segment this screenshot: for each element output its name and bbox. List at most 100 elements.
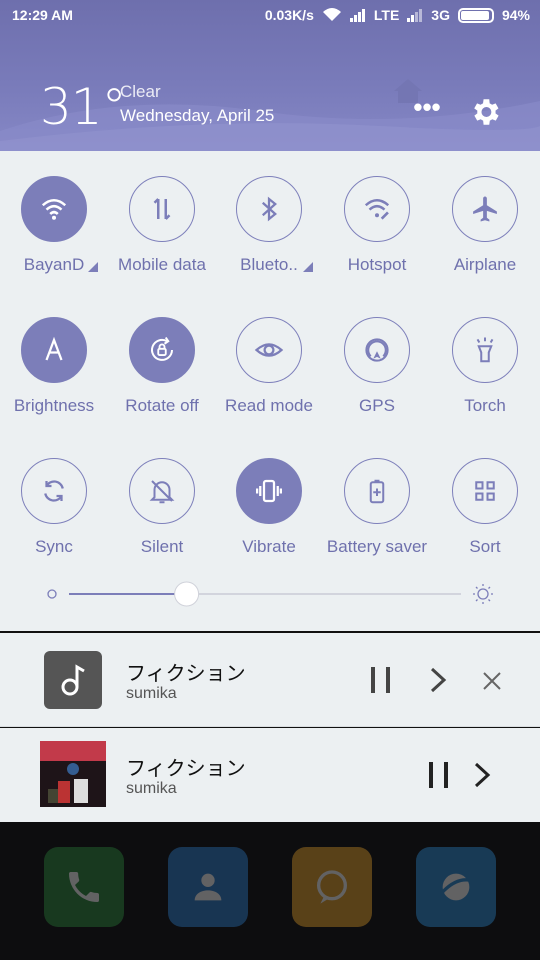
brightness-thumb[interactable]	[174, 581, 200, 607]
brightness-low-icon	[47, 589, 57, 599]
toggle-label: Sync	[35, 537, 73, 556]
toggle-label: Read mode	[225, 396, 313, 415]
toggle-label: Airplane	[453, 255, 517, 274]
brightness-track	[47, 581, 493, 607]
toggle-sync[interactable]: Sync	[0, 433, 108, 556]
signal-icon	[349, 9, 365, 22]
album-art	[40, 741, 106, 807]
toggle-button-rotate-off[interactable]	[129, 317, 195, 383]
notification-header: 12:29 AM 0.03K/s LTE 3G 94% 31° Clear We…	[0, 0, 540, 151]
close-icon[interactable]	[481, 670, 503, 692]
home-screen-dock	[0, 822, 540, 960]
toggle-sort[interactable]: Sort	[431, 433, 539, 556]
toggle-button-gps[interactable]	[344, 317, 410, 383]
toggle-bayand[interactable]: BayanD	[0, 151, 108, 274]
wifi-icon	[39, 194, 69, 224]
toggle-read-mode[interactable]: Read mode	[215, 292, 323, 415]
artist-name: sumika	[126, 685, 177, 702]
bell-off-icon	[147, 476, 177, 506]
browser-app-icon[interactable]	[416, 847, 496, 927]
toggle-button-torch[interactable]	[452, 317, 518, 383]
temperature[interactable]: 31°	[40, 78, 127, 136]
bluetooth-icon	[254, 194, 284, 224]
toggle-label: Mobile data	[118, 255, 206, 274]
torch-icon	[470, 335, 500, 365]
toggle-button-airplane[interactable]	[452, 176, 518, 242]
vibrate-icon	[254, 476, 284, 506]
gps-icon	[362, 335, 392, 365]
mobile-data-icon	[147, 194, 177, 224]
battery-percent: 94%	[501, 7, 530, 23]
settings-gear-icon[interactable]	[468, 95, 502, 129]
toggle-label: Silent	[140, 537, 184, 556]
phone-app-icon[interactable]	[44, 847, 124, 927]
wifi-status-icon	[322, 8, 341, 21]
brightness-high-icon	[473, 584, 493, 604]
airplane-icon	[470, 194, 500, 224]
auto-brightness-icon	[39, 335, 69, 365]
artist-name: sumika	[126, 780, 177, 797]
toggle-mobile-data[interactable]: Mobile data	[108, 151, 216, 274]
toggle-vibrate[interactable]: Vibrate	[215, 433, 323, 556]
signal-icon-2	[407, 9, 423, 22]
toggle-gps[interactable]: GPS	[323, 292, 431, 415]
toggle-button-brightness[interactable]	[21, 317, 87, 383]
music-note-icon	[61, 664, 85, 696]
toggle-label: Battery saver	[326, 537, 428, 556]
pause-icon[interactable]	[368, 665, 394, 695]
track-title: フィクション	[126, 663, 246, 685]
toggle-torch[interactable]: Torch	[431, 292, 539, 415]
music-app-icon	[44, 651, 102, 709]
toggle-label: Brightness	[13, 396, 95, 415]
toggle-button-mobile-data[interactable]	[129, 176, 195, 242]
expand-arrow-icon[interactable]	[88, 259, 98, 277]
toggle-rotate-off[interactable]: Rotate off	[108, 292, 216, 415]
next-icon[interactable]	[428, 667, 448, 693]
grid-icon	[470, 476, 500, 506]
toggle-silent[interactable]: Silent	[108, 433, 216, 556]
toggle-button-sort[interactable]	[452, 458, 518, 524]
toggle-button-sync[interactable]	[21, 458, 87, 524]
toggle-brightness[interactable]: Brightness	[0, 292, 108, 415]
music-notification-2[interactable]: フィクション sumika	[0, 728, 540, 822]
date-label[interactable]: Wednesday, April 25	[120, 106, 274, 126]
toggle-hotspot[interactable]: Hotspot	[323, 151, 431, 274]
battery-icon	[457, 7, 494, 23]
toggle-button-battery-saver[interactable]	[344, 458, 410, 524]
toggle-battery-saver[interactable]: Battery saver	[323, 433, 431, 556]
toggle-label: Vibrate	[242, 537, 296, 556]
battery-saver-icon	[362, 476, 392, 506]
expand-arrow-icon[interactable]	[303, 259, 313, 277]
toggle-button-read-mode[interactable]	[236, 317, 302, 383]
more-options-button[interactable]: •••	[410, 94, 444, 126]
eye-icon	[254, 335, 284, 365]
next-icon[interactable]	[472, 762, 492, 788]
toggle-button-vibrate[interactable]	[236, 458, 302, 524]
toggle-label: Sort	[469, 537, 501, 556]
toggle-button-bayand[interactable]	[21, 176, 87, 242]
net-speed: 0.03K/s	[264, 7, 314, 23]
toggle-label: Torch	[464, 396, 506, 415]
weather-condition: Clear	[120, 82, 161, 101]
status-bar: 12:29 AM 0.03K/s LTE 3G 94%	[0, 0, 540, 30]
toggle-label: GPS	[359, 396, 395, 415]
status-time: 12:29 AM	[12, 7, 73, 23]
brightness-slider[interactable]	[0, 581, 540, 611]
toggle-button-hotspot[interactable]	[344, 176, 410, 242]
pause-icon[interactable]	[426, 760, 452, 790]
network-type-2: 3G	[431, 7, 450, 23]
toggle-button-blueto[interactable]	[236, 176, 302, 242]
messages-app-icon[interactable]	[292, 847, 372, 927]
sync-icon	[39, 476, 69, 506]
toggle-blueto[interactable]: Blueto..	[215, 151, 323, 274]
toggle-label: Rotate off	[125, 396, 199, 415]
toggle-button-silent[interactable]	[129, 458, 195, 524]
rotation-lock-icon	[147, 335, 177, 365]
hotspot-icon	[362, 194, 392, 224]
toggle-label: Hotspot	[347, 255, 407, 274]
quick-settings-panel: BayanD Mobile data Blueto.. Hotspot Airplane…	[0, 151, 540, 631]
music-notification-1[interactable]: フィクション sumika	[0, 633, 540, 727]
network-type-1: LTE	[373, 7, 400, 23]
toggle-airplane[interactable]: Airplane	[431, 151, 539, 274]
contacts-app-icon[interactable]	[168, 847, 248, 927]
